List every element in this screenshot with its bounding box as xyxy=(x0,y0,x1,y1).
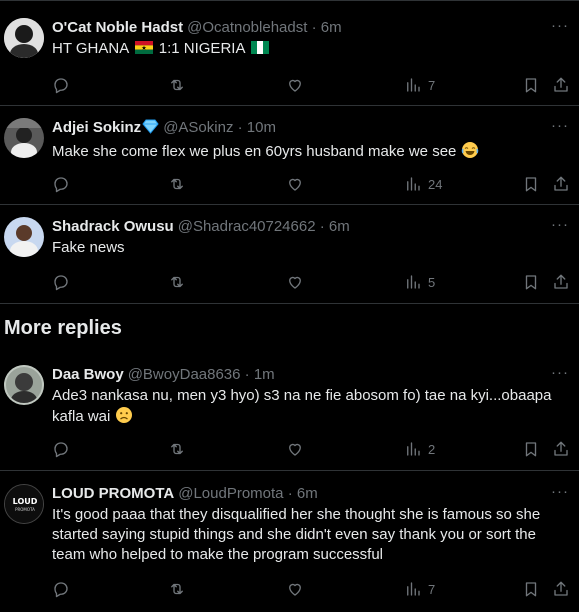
separator-dot: · xyxy=(244,366,250,383)
tweet-text-part: kafla wai xyxy=(52,408,111,425)
view-count: 5 xyxy=(428,274,436,290)
avatar[interactable] xyxy=(4,18,44,58)
more-icon[interactable]: ··· xyxy=(551,118,569,134)
tweet-text: HT GHANA 1:1 NIGERIA xyxy=(52,39,565,59)
tweet-text: It's good paaa that they disqualified he… xyxy=(52,506,541,563)
reply-tweet[interactable]: O'Cat Noble Hadst @Ocatnoblehadst · 6m HT… xyxy=(0,6,579,106)
avatar[interactable] xyxy=(4,365,44,405)
retweet-icon[interactable] xyxy=(168,174,186,194)
author-handle[interactable]: @Shadrac40724662 xyxy=(178,218,316,235)
tweet-text: Make she come flex we plus en 60yrs husb… xyxy=(52,141,565,165)
view-count: 24 xyxy=(428,176,443,192)
avatar[interactable] xyxy=(4,217,44,257)
views-icon[interactable]: 5 xyxy=(404,272,435,292)
separator-dot: · xyxy=(311,19,317,36)
like-icon[interactable] xyxy=(286,75,304,95)
retweet-icon[interactable] xyxy=(168,75,186,95)
reply-icon[interactable] xyxy=(52,579,70,599)
tweet-text: Fake news xyxy=(52,239,125,256)
tweet-text: Ade3 nankasa nu, men y3 hyo) s3 na ne fi… xyxy=(52,386,565,430)
reply-icon[interactable] xyxy=(52,272,70,292)
author-name[interactable]: Daa Bwoy xyxy=(52,366,124,383)
tweet-text-part: HT GHANA xyxy=(52,40,129,57)
view-count: 7 xyxy=(428,77,436,93)
separator-dot: · xyxy=(237,119,243,136)
reply-tweet[interactable]: Shadrack Owusu @Shadrac40724662 · 6m Fake… xyxy=(0,205,579,304)
like-icon[interactable] xyxy=(286,272,304,292)
timestamp[interactable]: 10m xyxy=(247,119,276,136)
share-icon[interactable] xyxy=(552,439,570,459)
views-icon[interactable]: 7 xyxy=(404,75,435,95)
diamond-icon xyxy=(142,119,159,140)
reply-icon[interactable] xyxy=(52,439,70,459)
reply-icon[interactable] xyxy=(52,75,70,95)
author-handle[interactable]: @LoudPromota xyxy=(178,485,283,502)
timestamp[interactable]: 6m xyxy=(297,485,318,502)
avatar[interactable]: LOUD PROMOTA xyxy=(4,484,44,524)
author-handle[interactable]: @Ocatnoblehadst xyxy=(187,19,307,36)
author-handle[interactable]: @ASokinz xyxy=(163,119,233,136)
bookmark-icon[interactable] xyxy=(522,439,540,459)
like-icon[interactable] xyxy=(286,579,304,599)
svg-text:PROMOTA: PROMOTA xyxy=(15,507,35,512)
tweet-text-part: 1:1 NIGERIA xyxy=(158,40,245,57)
tweet-text-part: Make she come flex we plus en 60yrs husb… xyxy=(52,143,457,160)
view-count: 7 xyxy=(428,581,436,597)
author-name[interactable]: O'Cat Noble Hadst xyxy=(52,19,183,36)
bookmark-icon[interactable] xyxy=(522,272,540,292)
top-divider xyxy=(0,0,579,1)
reply-tweet[interactable]: Adjei Sokinz @ASokinz · 10m Make she come… xyxy=(0,106,579,205)
timestamp[interactable]: 6m xyxy=(321,19,342,36)
more-replies-heading: More replies xyxy=(4,317,122,339)
more-icon[interactable]: ··· xyxy=(551,217,569,233)
share-icon[interactable] xyxy=(552,272,570,292)
frowning-emoji-icon xyxy=(115,406,133,430)
reply-icon[interactable] xyxy=(52,174,70,194)
ghana-flag-icon xyxy=(134,40,153,54)
timestamp[interactable]: 1m xyxy=(254,366,275,383)
bookmark-icon[interactable] xyxy=(522,174,540,194)
retweet-icon[interactable] xyxy=(168,439,186,459)
svg-text:LOUD: LOUD xyxy=(13,497,38,506)
views-icon[interactable]: 24 xyxy=(404,174,442,194)
nigeria-flag-icon xyxy=(250,40,269,54)
avatar[interactable] xyxy=(4,118,44,158)
more-icon[interactable]: ··· xyxy=(551,484,569,500)
author-name[interactable]: Adjei Sokinz xyxy=(52,119,141,136)
share-icon[interactable] xyxy=(552,174,570,194)
loud-promota-logo: LOUD PROMOTA xyxy=(5,485,43,523)
timestamp[interactable]: 6m xyxy=(329,218,350,235)
reply-tweet[interactable]: LOUD PROMOTA LOUD PROMOTA @LoudPromota · … xyxy=(0,472,579,612)
tweet-text-part: Ade3 nankasa nu, men y3 hyo) s3 na ne fi… xyxy=(52,387,552,404)
views-icon[interactable]: 7 xyxy=(404,579,435,599)
more-icon[interactable]: ··· xyxy=(551,18,569,34)
bookmark-icon[interactable] xyxy=(522,579,540,599)
reply-tweet[interactable]: Daa Bwoy @BwoyDaa8636 · 1m Ade3 nankasa n… xyxy=(0,353,579,471)
author-name[interactable]: LOUD PROMOTA xyxy=(52,485,174,502)
view-count: 2 xyxy=(428,441,436,457)
share-icon[interactable] xyxy=(552,75,570,95)
views-icon[interactable]: 2 xyxy=(404,439,435,459)
bookmark-icon[interactable] xyxy=(522,75,540,95)
author-handle[interactable]: @BwoyDaa8636 xyxy=(128,366,241,383)
laughing-emoji-icon xyxy=(461,141,479,165)
like-icon[interactable] xyxy=(286,174,304,194)
more-icon[interactable]: ··· xyxy=(551,365,569,381)
retweet-icon[interactable] xyxy=(168,579,186,599)
separator-dot: · xyxy=(287,485,293,502)
like-icon[interactable] xyxy=(286,439,304,459)
author-name[interactable]: Shadrack Owusu xyxy=(52,218,174,235)
retweet-icon[interactable] xyxy=(168,272,186,292)
separator-dot: · xyxy=(319,218,325,235)
share-icon[interactable] xyxy=(552,579,570,599)
